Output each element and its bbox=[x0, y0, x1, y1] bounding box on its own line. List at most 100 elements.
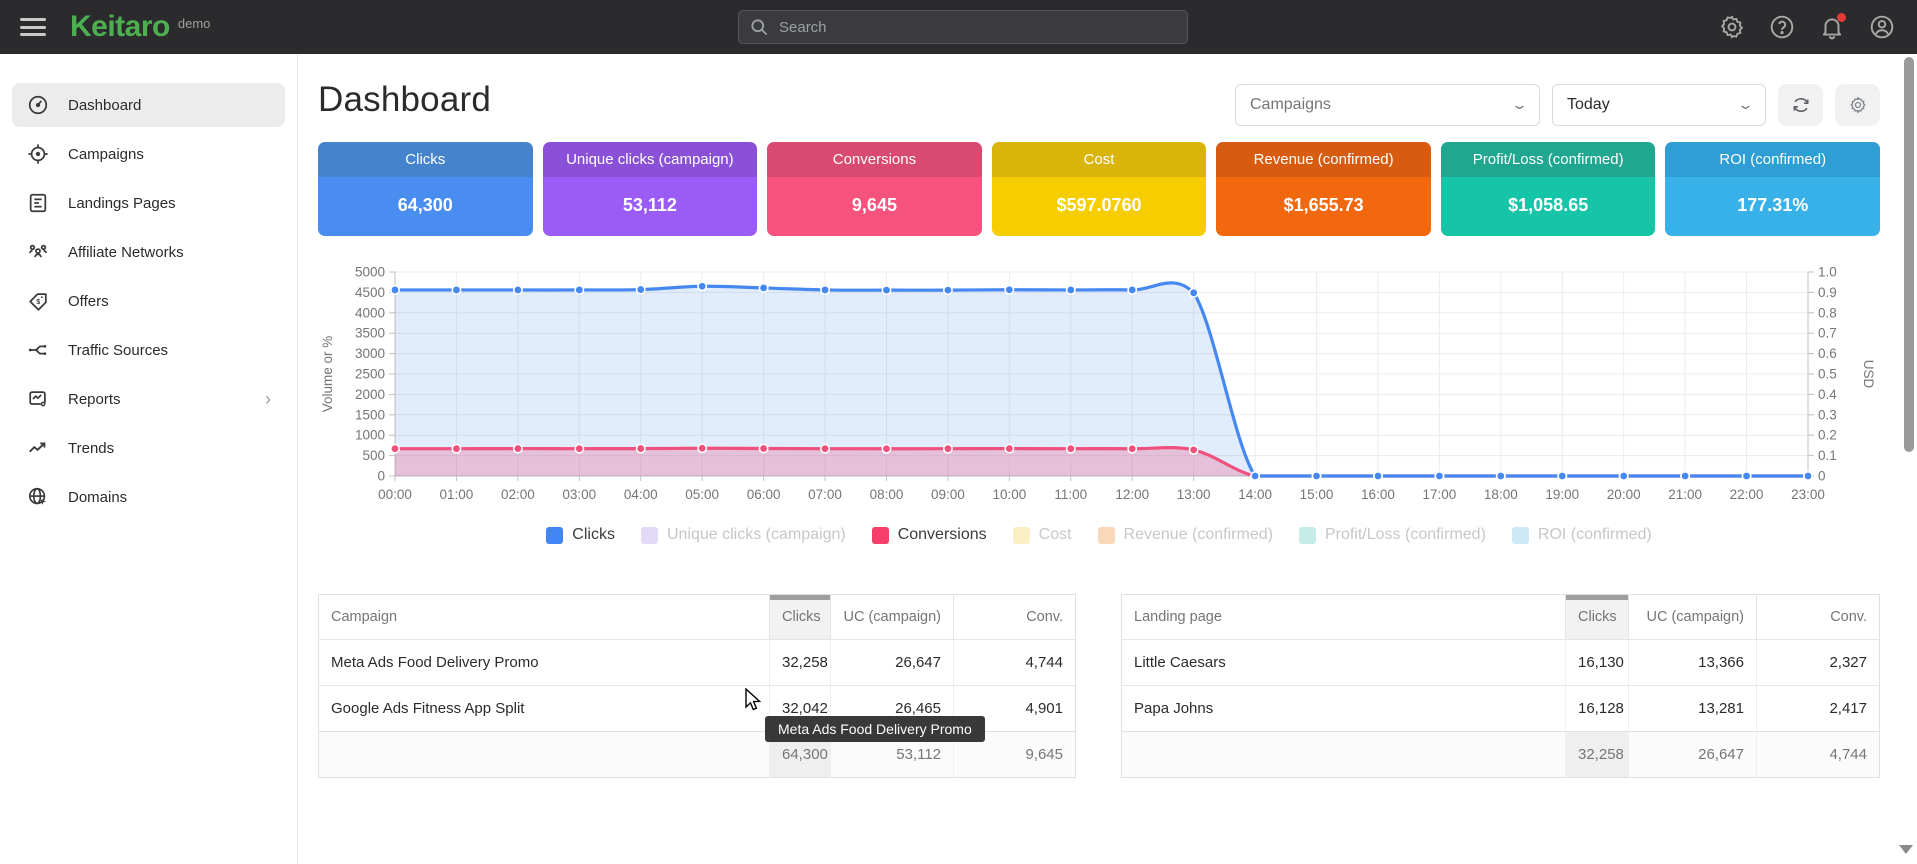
sidebar-item-label: Dashboard bbox=[68, 97, 271, 114]
dashboard-settings-button[interactable] bbox=[1835, 84, 1880, 126]
svg-text:Volume or %: Volume or % bbox=[320, 336, 335, 413]
affiliate-networks-icon bbox=[26, 240, 50, 264]
table-totals-row: 32,25826,6474,744 bbox=[1122, 732, 1880, 778]
column-header-campaign[interactable]: Campaign bbox=[319, 595, 770, 640]
column-header-clicks[interactable]: Clicks bbox=[1566, 595, 1629, 640]
campaigns-icon bbox=[26, 142, 50, 166]
sidebar-item-campaigns[interactable]: Campaigns bbox=[12, 132, 285, 176]
table-row[interactable]: Little Caesars16,13013,3662,327 bbox=[1122, 640, 1880, 686]
legend-item-clicks[interactable]: Clicks bbox=[546, 526, 615, 544]
svg-text:23:00: 23:00 bbox=[1791, 487, 1825, 502]
column-header-uc-campaign[interactable]: UC (campaign) bbox=[1629, 595, 1757, 640]
refresh-button[interactable] bbox=[1778, 84, 1823, 126]
landing-pages-table: Landing page Clicks UC (campaign) Conv. … bbox=[1121, 594, 1880, 778]
search-bar[interactable] bbox=[738, 10, 1188, 44]
table-row[interactable]: Papa Johns16,12813,2812,417 bbox=[1122, 686, 1880, 732]
svg-text:0: 0 bbox=[377, 469, 385, 484]
legend-swatch bbox=[546, 527, 563, 544]
svg-text:0.7: 0.7 bbox=[1818, 326, 1837, 341]
svg-text:00:00: 00:00 bbox=[378, 487, 412, 502]
metric-card-unique-clicks[interactable]: Unique clicks (campaign) 53,112 bbox=[543, 142, 758, 236]
sidebar-item-landings-pages[interactable]: Landings Pages bbox=[12, 181, 285, 225]
sidebar-item-traffic-sources[interactable]: Traffic Sources bbox=[12, 328, 285, 372]
totals-cell bbox=[319, 732, 770, 778]
sidebar-item-label: Affiliate Networks bbox=[68, 244, 271, 261]
svg-text:0.8: 0.8 bbox=[1818, 305, 1837, 320]
vertical-scrollbar[interactable] bbox=[1904, 57, 1914, 452]
svg-text:0.9: 0.9 bbox=[1818, 285, 1837, 300]
svg-text:1000: 1000 bbox=[355, 428, 385, 443]
row-name-cell[interactable]: Google Ads Fitness App Split bbox=[319, 686, 770, 732]
sidebar-item-offers[interactable]: $ Offers bbox=[12, 279, 285, 323]
sidebar-item-reports[interactable]: Reports › bbox=[12, 377, 285, 421]
menu-icon[interactable] bbox=[20, 18, 46, 36]
legend-item-roi-confirmed[interactable]: ROI (confirmed) bbox=[1512, 526, 1652, 544]
svg-text:0.5: 0.5 bbox=[1818, 367, 1837, 382]
date-range-select[interactable]: Today ⌄ bbox=[1552, 84, 1766, 126]
svg-text:09:00: 09:00 bbox=[931, 487, 965, 502]
column-header-clicks[interactable]: Clicks bbox=[770, 595, 831, 640]
totals-cell: 26,647 bbox=[1629, 732, 1757, 778]
account-icon[interactable] bbox=[1869, 14, 1895, 40]
legend-item-profit-loss-confirmed[interactable]: Profit/Loss (confirmed) bbox=[1299, 526, 1486, 544]
svg-text:01:00: 01:00 bbox=[440, 487, 474, 502]
row-value-cell: 16,130 bbox=[1566, 640, 1629, 686]
metric-value: $1,655.73 bbox=[1216, 177, 1431, 236]
offers-icon: $ bbox=[26, 289, 50, 313]
legend-label: ROI (confirmed) bbox=[1538, 526, 1652, 544]
campaigns-filter-select[interactable]: Campaigns ⌄ bbox=[1235, 84, 1540, 126]
metric-card-conversions[interactable]: Conversions 9,645 bbox=[767, 142, 982, 236]
sidebar-item-dashboard[interactable]: Dashboard bbox=[12, 83, 285, 127]
legend-item-revenue-confirmed[interactable]: Revenue (confirmed) bbox=[1098, 526, 1273, 544]
help-icon[interactable] bbox=[1769, 14, 1795, 40]
metric-label: ROI (confirmed) bbox=[1665, 142, 1880, 177]
legend-item-unique-clicks-campaign[interactable]: Unique clicks (campaign) bbox=[641, 526, 846, 544]
column-header-conv[interactable]: Conv. bbox=[1757, 595, 1880, 640]
landing-pages-icon bbox=[26, 191, 50, 215]
metric-card-profit-loss[interactable]: Profit/Loss (confirmed) $1,058.65 bbox=[1441, 142, 1656, 236]
sidebar-item-domains[interactable]: Domains bbox=[12, 475, 285, 519]
metric-card-revenue[interactable]: Revenue (confirmed) $1,655.73 bbox=[1216, 142, 1431, 236]
legend-item-conversions[interactable]: Conversions bbox=[872, 526, 987, 544]
metric-label: Unique clicks (campaign) bbox=[543, 142, 758, 177]
column-header-conv[interactable]: Conv. bbox=[954, 595, 1076, 640]
legend-label: Revenue (confirmed) bbox=[1124, 526, 1273, 544]
metric-card-roi[interactable]: ROI (confirmed) 177.31% bbox=[1665, 142, 1880, 236]
line-chart-canvas[interactable]: 0500100015002000250030003500400045005000… bbox=[318, 256, 1878, 510]
notifications-icon[interactable] bbox=[1819, 14, 1845, 40]
refresh-icon bbox=[1790, 94, 1812, 116]
row-name-cell[interactable]: Little Caesars bbox=[1122, 640, 1566, 686]
row-name-cell[interactable]: Meta Ads Food Delivery Promo bbox=[319, 640, 770, 686]
legend-item-cost[interactable]: Cost bbox=[1013, 526, 1072, 544]
sidebar-item-affiliate-networks[interactable]: Affiliate Networks bbox=[12, 230, 285, 274]
totals-cell: 4,744 bbox=[1757, 732, 1880, 778]
table-row[interactable]: Meta Ads Food Delivery Promo32,25826,647… bbox=[319, 640, 1076, 686]
row-name-cell[interactable]: Papa Johns bbox=[1122, 686, 1566, 732]
metric-card-cost[interactable]: Cost $597.0760 bbox=[992, 142, 1207, 236]
svg-text:5000: 5000 bbox=[355, 265, 385, 280]
sidebar-item-label: Campaigns bbox=[68, 146, 271, 163]
scroll-down-arrow-icon[interactable] bbox=[1899, 845, 1913, 854]
legend-swatch bbox=[1098, 527, 1115, 544]
column-header-landing-page[interactable]: Landing page bbox=[1122, 595, 1566, 640]
sidebar-item-label: Trends bbox=[68, 440, 271, 457]
metric-card-clicks[interactable]: Clicks 64,300 bbox=[318, 142, 533, 236]
metric-cards-row: Clicks 64,300 Unique clicks (campaign) 5… bbox=[318, 142, 1880, 236]
svg-text:11:00: 11:00 bbox=[1054, 487, 1087, 502]
svg-text:1500: 1500 bbox=[355, 407, 385, 422]
svg-text:08:00: 08:00 bbox=[870, 487, 904, 502]
svg-text:15:00: 15:00 bbox=[1300, 487, 1334, 502]
sidebar-item-trends[interactable]: Trends bbox=[12, 426, 285, 470]
metric-label: Clicks bbox=[318, 142, 533, 177]
svg-text:02:00: 02:00 bbox=[501, 487, 535, 502]
settings-icon[interactable] bbox=[1719, 14, 1745, 40]
legend-swatch bbox=[1013, 527, 1030, 544]
metric-value: 9,645 bbox=[767, 177, 982, 236]
app-logo[interactable]: Keitaro bbox=[70, 10, 170, 44]
logo-demo-badge: demo bbox=[178, 16, 211, 31]
totals-cell bbox=[1122, 732, 1566, 778]
search-input[interactable] bbox=[779, 19, 1177, 36]
domains-icon bbox=[26, 485, 50, 509]
column-header-uc-campaign[interactable]: UC (campaign) bbox=[831, 595, 954, 640]
legend-label: Cost bbox=[1039, 526, 1072, 544]
